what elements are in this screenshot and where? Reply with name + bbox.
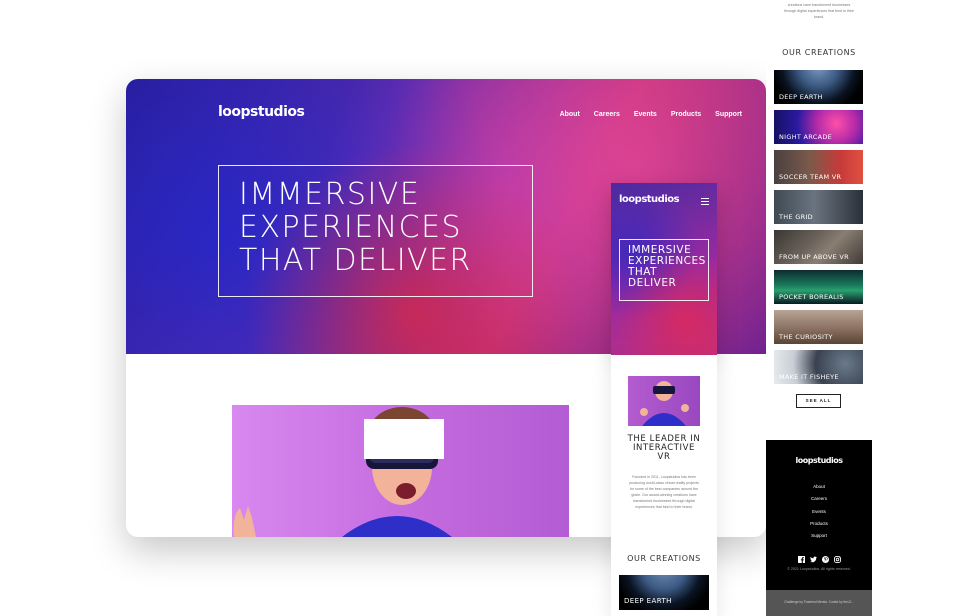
tablet-column: creations have transformed businesses th… [766, 0, 872, 440]
hand-shape [233, 506, 256, 537]
copyright-text: © 2021 Loopstudios. All rights reserved. [787, 567, 851, 571]
twitter-icon[interactable] [809, 550, 817, 563]
facebook-icon[interactable] [797, 550, 805, 563]
hero-headline-line: THAT DELIVER [239, 243, 472, 278]
creation-label: NIGHT ARCADE [779, 133, 833, 141]
desktop-logo[interactable]: loopstudios [218, 104, 305, 120]
instagram-icon[interactable] [833, 550, 841, 563]
about-text-tail: creations have transformed businesses th… [784, 3, 854, 19]
social-links [766, 550, 872, 563]
hero-headline-line: IMMERSIVE [239, 177, 421, 212]
mobile-logo[interactable]: loopstudios [619, 194, 680, 205]
mobile-creations-heading: OUR CREATIONS [627, 554, 701, 563]
hamburger-menu-icon[interactable] [701, 198, 709, 207]
image-cutout [364, 419, 444, 459]
footer-nav-about[interactable]: About [766, 481, 872, 493]
creation-label: DEEP EARTH [624, 597, 672, 605]
footer-nav-products[interactable]: Products [766, 518, 872, 530]
creation-soccer-team-vr[interactable]: SOCCER TEAM VR [774, 150, 863, 184]
desktop-nav: About Careers Events Products Support [560, 111, 742, 118]
pinterest-icon[interactable] [821, 550, 829, 563]
nav-support[interactable]: Support [715, 111, 742, 118]
mobile-body: THE LEADER IN INTERACTIVE VR Founded in … [611, 355, 717, 616]
creation-label: THE GRID [779, 213, 813, 221]
nav-events[interactable]: Events [634, 111, 657, 118]
creation-from-up-above-vr[interactable]: FROM UP ABOVE VR [774, 230, 863, 264]
vr-person-illustration [640, 381, 689, 426]
creation-label: FROM UP ABOVE VR [779, 253, 849, 261]
nav-careers[interactable]: Careers [594, 111, 620, 118]
creation-the-grid[interactable]: THE GRID [774, 190, 863, 224]
mobile-headline-line: DELIVER [628, 277, 677, 289]
footer-logo[interactable]: loopstudios [766, 456, 872, 465]
hero-headline-line: EXPERIENCES [239, 210, 463, 245]
mobile-creation-deep-earth[interactable]: DEEP EARTH [619, 575, 709, 610]
creation-label: SOCCER TEAM VR [779, 173, 842, 181]
nav-about[interactable]: About [560, 111, 580, 118]
creation-deep-earth[interactable]: DEEP EARTH [774, 70, 863, 104]
creation-make-it-fisheye[interactable]: MAKE IT FISHEYE [774, 350, 863, 384]
creation-label: MAKE IT FISHEYE [779, 373, 839, 381]
see-all-button[interactable]: SEE ALL [796, 394, 841, 408]
creation-night-arcade[interactable]: NIGHT ARCADE [774, 110, 863, 144]
creation-the-curiosity[interactable]: THE CURIOSITY [774, 310, 863, 344]
mobile-hero: loopstudios IMMERSIVE EXPERIENCES THAT D… [611, 183, 717, 355]
footer: loopstudios About Careers Events Product… [766, 440, 872, 616]
creation-pocket-borealis[interactable]: POCKET BOREALIS [774, 270, 863, 304]
footer-nav-events[interactable]: Events [766, 506, 872, 518]
creation-label: POCKET BOREALIS [779, 293, 844, 301]
attribution-bar: Challenge by Frontend Mentor. Coded by t… [766, 590, 872, 616]
nav-products[interactable]: Products [671, 111, 701, 118]
leader-heading-line: VR [657, 452, 671, 462]
footer-nav-support[interactable]: Support [766, 530, 872, 542]
leader-text: Founded in 2011, Loopstudios has been pr… [629, 475, 699, 509]
creations-heading: OUR CREATIONS [782, 48, 856, 57]
hero-headline-box: IMMERSIVE EXPERIENCES THAT DELIVER [218, 165, 533, 297]
mobile-headline-box: IMMERSIVE EXPERIENCES THAT DELIVER [619, 239, 709, 301]
leader-heading: THE LEADER IN INTERACTIVE VR [615, 435, 713, 462]
footer-nav: About Careers Events Products Support [766, 481, 872, 542]
creation-label: THE CURIOSITY [779, 333, 833, 341]
attribution-text: Challenge by Frontend Mentor. Coded by t… [784, 600, 854, 604]
creation-label: DEEP EARTH [779, 93, 823, 101]
mobile-vr-image [628, 376, 700, 426]
footer-nav-careers[interactable]: Careers [766, 493, 872, 505]
